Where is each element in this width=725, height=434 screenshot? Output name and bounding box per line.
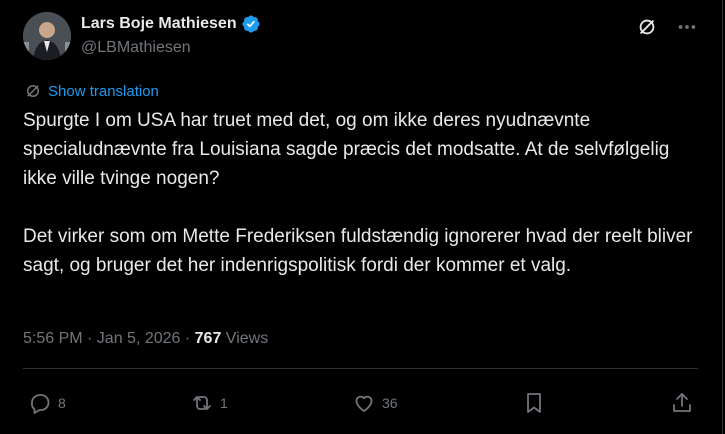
show-translation-link[interactable]: Show translation: [24, 82, 159, 100]
show-translation-label: Show translation: [48, 82, 159, 100]
reply-button[interactable]: 8: [28, 391, 66, 415]
tweet-meta: 5:56 PM · Jan 5, 2026 · 767 Views: [23, 330, 268, 348]
reply-count: 8: [58, 395, 66, 411]
like-icon: [355, 395, 373, 412]
tweet-text: Spurgte I om USA har truet med det, og o…: [23, 110, 693, 276]
avatar[interactable]: [23, 12, 71, 60]
repost-count: 1: [220, 395, 228, 411]
author-handle[interactable]: @LBMathiesen: [81, 39, 191, 57]
translate-icon: [27, 85, 39, 97]
repost-button[interactable]: 1: [190, 391, 228, 415]
more-icon[interactable]: [676, 16, 698, 38]
grok-icon[interactable]: [636, 16, 658, 38]
share-button[interactable]: [670, 391, 694, 415]
bookmark-button[interactable]: [522, 391, 546, 415]
timestamp[interactable]: 5:56 PM · Jan 5, 2026 ·: [23, 330, 195, 347]
divider: [23, 368, 698, 369]
share-icon: [673, 393, 691, 412]
reply-icon: [31, 394, 50, 414]
like-button[interactable]: 36: [352, 391, 398, 415]
top-actions: [636, 16, 698, 38]
author-name[interactable]: Lars Boje Mathiesen: [81, 15, 237, 33]
verified-badge-icon: [241, 14, 261, 34]
bookmark-icon: [526, 393, 541, 413]
like-count: 36: [382, 395, 398, 411]
author-name-row: Lars Boje Mathiesen: [81, 14, 261, 34]
tweet-card: Lars Boje Mathiesen @LBMathiesen Show tr…: [0, 0, 723, 434]
views-label: Views: [221, 330, 269, 347]
action-bar: 8 1 36: [28, 388, 694, 418]
repost-icon: [193, 396, 211, 410]
views-count: 767: [194, 330, 222, 347]
